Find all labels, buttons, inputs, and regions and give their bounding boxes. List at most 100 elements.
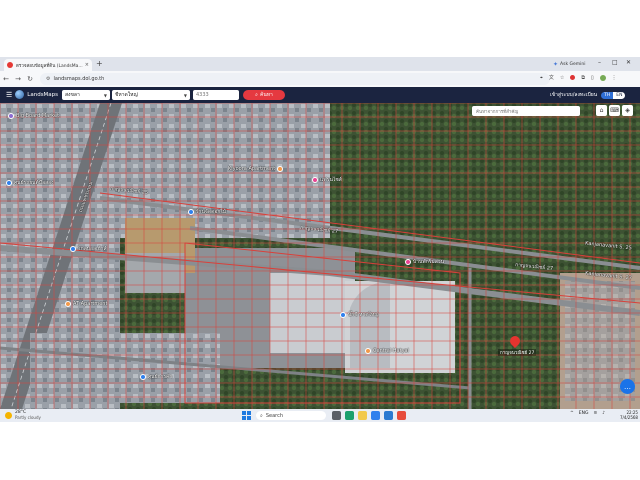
map-poi[interactable]: ศูนย์การค้า [140,373,172,381]
chevron-down-icon: ▼ [103,92,107,98]
translate-icon[interactable]: 文 [549,74,554,81]
header-right: เข้าสู่ระบบ/ลงทะเบียน TH EN [550,91,626,99]
map-poi[interactable]: Kiyoora Apartment [228,166,284,172]
map-poi[interactable]: Central Hatyai [365,348,409,354]
chat-icon: … [624,382,631,391]
map-poi[interactable]: บิ๊กซี หาดใหญ่ [340,311,379,319]
profile-avatar[interactable] [599,74,606,81]
minimize-icon[interactable]: – [598,59,601,66]
wifi-icon[interactable]: ≋ [593,411,597,416]
map-poi[interactable]: AT Apartment [65,301,107,307]
district-value: ชีหาดใหญ่ [115,92,138,98]
weather-sun-icon [5,411,12,419]
weather-widget[interactable]: 28°C Partly cloudy [5,410,41,420]
chat-fab-button[interactable]: … [620,379,635,394]
chrome-icon[interactable] [397,411,406,420]
chevron-down-icon: ▼ [183,92,187,98]
province-select[interactable]: สงขลา ▼ [62,90,110,100]
poi-marker-icon [188,209,194,215]
extension-icon[interactable] [570,75,576,80]
edge-icon[interactable] [345,411,354,420]
extensions-puzzle-icon[interactable]: ⧉ [581,75,585,81]
poi-label: ศูนย์รถยนต์มือสอง [14,180,54,186]
ask-gemini-button[interactable]: ✦ Ask Gemini [553,60,585,68]
close-tab-icon[interactable]: × [85,62,89,68]
keyboard-icon[interactable]: ⌨ [609,105,620,116]
url-text: landsmaps.dol.go.th [53,76,105,82]
clock-date: 7/4/2568 [620,415,638,420]
menu-kebab-icon[interactable]: ⋮ [612,75,617,81]
poi-label: Central Hatyai [373,348,409,354]
poi-marker-icon [340,312,346,318]
map-search-input[interactable] [472,106,580,116]
map-poi[interactable]: ศูนย์รถยนต์มือสอง [6,179,54,187]
lang-en-button[interactable]: EN [613,91,626,99]
file-explorer-icon[interactable] [358,411,367,420]
poi-marker-icon [8,113,14,119]
app-logo[interactable]: ☰ LandsMaps [6,90,58,99]
lang-th-button[interactable]: TH [601,91,614,99]
task-view-icon[interactable] [332,411,341,420]
windows-start-icon[interactable] [242,411,251,420]
satellite-map[interactable]: ⌂ ⌨ ◈ ถนนเพชรเกษม กาญจนวณิชย์ 25 กาญจนวณ… [0,103,640,409]
store-icon[interactable] [371,411,380,420]
poi-label: บิ๊กซี หาดใหญ่ [348,312,379,318]
taskbar-search[interactable]: ⌕ Search [256,411,326,420]
search-button-label: ค้นหา [259,92,273,98]
language-indicator[interactable]: ENG [579,411,589,416]
poi-label: บ้านพักริมสวน [413,259,444,265]
weather-condition: Partly cloudy [15,415,41,420]
outlook-icon[interactable] [384,411,393,420]
map-poi[interactable]: Big Board Market [8,113,59,119]
poi-marker-icon [140,374,146,380]
reload-icon[interactable]: ↻ [24,75,36,83]
poi-marker-icon [405,259,411,265]
close-window-icon[interactable]: ✕ [626,59,631,66]
search-icon: ⌕ [260,412,263,419]
poi-marker-icon [365,348,371,354]
parcel-number-input[interactable]: 4333 [193,90,239,100]
layers-icon[interactable]: ◈ [622,105,633,116]
back-icon[interactable]: ← [0,75,12,83]
browser-tab[interactable]: ตรวจสอบข้อมูลที่ดิน (LandsMa... × [4,59,92,71]
poi-label: AT Apartment [73,301,108,307]
browser-tab-strip: ตรวจสอบข้อมูลที่ดิน (LandsMa... × + ✦ As… [0,57,640,71]
address-bar[interactable]: ⚙ landsmaps.dol.go.th [40,73,550,85]
poi-marker-icon [65,301,71,307]
login-link[interactable]: เข้าสู่ระบบ/ลงทะเบียน [550,91,597,99]
volume-icon[interactable]: ♪ [602,411,605,416]
hamburger-menu-icon[interactable]: ☰ [6,91,12,99]
home-icon[interactable]: ⌂ [596,105,607,116]
landsmaps-header: ☰ LandsMaps สงขลา ▼ ชีหาดใหญ่ ▼ 4333 ⌕ ค… [0,87,640,103]
province-value: สงขลา [65,92,80,98]
globe-logo-icon [15,90,25,99]
browser-actions: ⌖ 文 ☆ ⧉ ▯ ⋮ [540,74,617,81]
map-poi[interactable]: แฟรนไชส์ [312,176,342,184]
taskbar-search-label: Search [265,412,283,419]
app-name: LandsMaps [27,91,59,98]
map-poi[interactable]: บ้านพักริมสวน [405,258,444,266]
poi-marker-icon [6,180,12,186]
new-tab-button[interactable]: + [96,59,103,69]
search-button[interactable]: ⌕ ค้นหา [243,90,285,100]
browser-toolbar: ← → ↻ ⚙ landsmaps.dol.go.th ⌖ 文 ☆ ⧉ ▯ ⋮ [0,71,640,87]
tray-chevron-icon[interactable]: ^ [570,411,574,416]
poi-marker-icon [70,246,76,252]
taskbar-clock[interactable]: 22:25 7/4/2568 [620,410,638,420]
sidebar-icon[interactable]: ▯ [591,75,594,81]
poi-marker-icon [277,166,284,172]
maximize-icon[interactable]: □ [612,59,618,66]
map-poi[interactable]: โกลบอลเฮ้าส์ [70,245,107,253]
site-info-icon[interactable]: ⚙ [46,76,50,82]
search-icon: ⌕ [255,92,258,98]
location-icon[interactable]: ⌖ [540,75,543,81]
district-select[interactable]: ชีหาดใหญ่ ▼ [112,90,190,100]
pin-label: กาญจนวณิชย์ 27 [498,349,537,356]
poi-marker-icon [312,177,318,183]
map-poi[interactable]: ร้านจัดดอกไม้ [188,208,226,216]
bookmark-star-icon[interactable]: ☆ [560,75,564,81]
tab-title: ตรวจสอบข้อมูลที่ดิน (LandsMa... [16,63,83,69]
landsmaps-favicon-icon [7,62,13,68]
poi-label: แฟรนไชส์ [320,177,342,183]
forward-icon[interactable]: → [12,75,24,83]
